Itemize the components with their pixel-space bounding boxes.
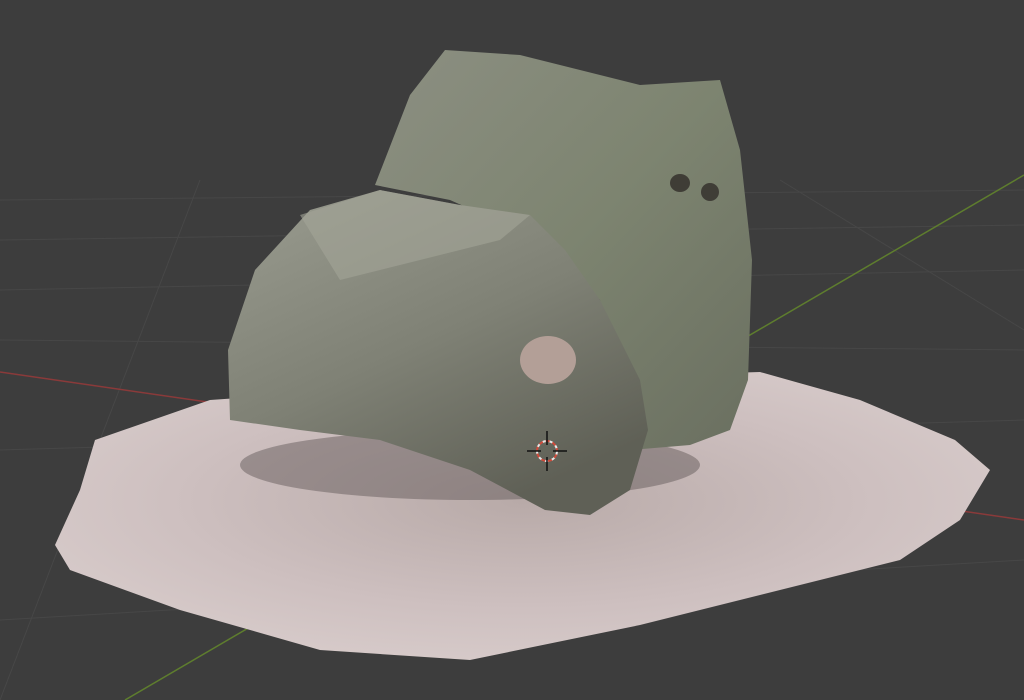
3d-viewport[interactable] bbox=[0, 0, 1024, 700]
viewport-canvas[interactable] bbox=[0, 0, 1024, 700]
rock-hole-back-1 bbox=[670, 174, 690, 192]
rock-hole-back-2 bbox=[701, 183, 719, 201]
rock-hole-front bbox=[520, 336, 576, 384]
